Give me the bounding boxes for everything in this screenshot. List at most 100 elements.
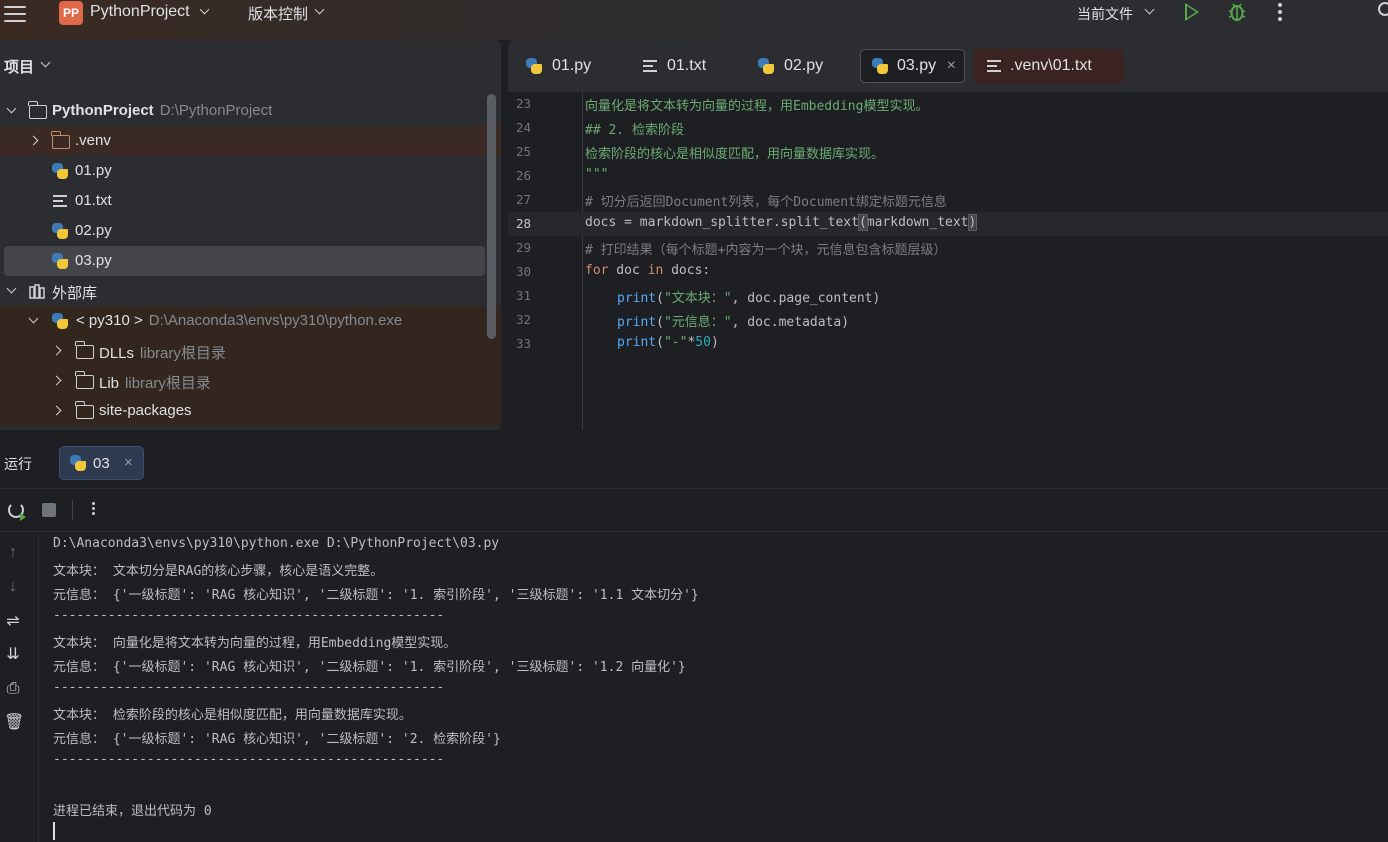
line-number: 32 [516, 312, 532, 327]
chevron-down-icon[interactable] [314, 4, 325, 15]
code-line[interactable]: 25 检索阶段的核心是相似度匹配，用向量数据库实现。 [508, 140, 1388, 164]
tree-item-label: .venv [75, 132, 111, 149]
tree-item-01-py[interactable]: 01.py [0, 156, 501, 186]
run-config-selector[interactable]: 当前文件 [1077, 4, 1133, 24]
chevron-right-icon[interactable] [51, 345, 62, 356]
chevron-down-icon[interactable] [40, 57, 51, 68]
chevron-right-icon[interactable] [51, 405, 62, 416]
arrow-down-icon[interactable]: ↓ [4, 578, 22, 596]
folder-icon [75, 401, 94, 419]
tab-venv-01-txt[interactable]: .venv\01.txt [974, 49, 1124, 83]
code-text: print("元信息：", doc.metadata) [617, 315, 850, 330]
python-file-icon [52, 253, 68, 269]
chevron-down-icon[interactable] [6, 103, 17, 114]
tree-item-01-txt[interactable]: 01.txt [0, 186, 501, 216]
line-number: 25 [516, 144, 532, 159]
main-menu-icon[interactable] [4, 4, 26, 24]
tree-item-pythonproject[interactable]: PythonProject D:\PythonProject [0, 96, 501, 126]
run-icon[interactable] [1185, 3, 1199, 21]
code-line[interactable]: 24 ## 2. 检索阶段 [508, 116, 1388, 140]
library-icon [29, 284, 45, 299]
console-line: D:\Anaconda3\envs\py310\python.exe D:\Py… [53, 536, 500, 551]
console-exit-line: 进程已结束，退出代码为 0 [53, 804, 212, 819]
chevron-down-icon[interactable] [28, 313, 39, 324]
chevron-down-icon[interactable] [1144, 4, 1155, 15]
tree-item-03-py[interactable]: 03.py [4, 246, 485, 276]
rerun-icon[interactable] [8, 502, 26, 521]
python-sdk-icon [52, 313, 68, 329]
folder-icon [75, 341, 94, 359]
more-options-icon[interactable] [92, 502, 95, 515]
python-file-icon [52, 163, 68, 179]
code-line[interactable]: 29 # 打印结果（每个标题+内容为一个块，元信息包含标题层级） [508, 236, 1388, 260]
tree-item-dlls[interactable]: DLLs library根目录 [0, 336, 501, 366]
console-line: 元信息： {'一级标题': 'RAG 核心知识', '二级标题': '1. 索引… [53, 660, 686, 675]
project-name[interactable]: PythonProject [90, 3, 190, 21]
close-icon[interactable]: × [947, 57, 956, 75]
tree-item-label: Lib library根目录 [99, 375, 211, 392]
chevron-down-icon[interactable] [199, 4, 210, 15]
line-number: 23 [516, 96, 532, 111]
line-number: 30 [516, 264, 532, 279]
tab-label: .venv\01.txt [1010, 57, 1092, 74]
scroll-to-end-icon[interactable]: ⇊ [4, 646, 22, 664]
trash-icon[interactable]: 🗑 [4, 714, 24, 732]
console-line: 文本块： 检索阶段的核心是相似度匹配，用向量数据库实现。 [53, 708, 412, 723]
code-text: for doc in docs: [585, 263, 711, 278]
title-bar: PP PythonProject 版本控制 当前文件 [0, 0, 1388, 40]
code-line[interactable]: 30 for doc in docs: [508, 260, 1388, 284]
code-text: print("文本块：", doc.page_content) [617, 291, 881, 306]
tree-item-label: PythonProject D:\PythonProject [52, 102, 273, 119]
vcs-menu[interactable]: 版本控制 [248, 3, 308, 24]
stop-icon[interactable] [42, 503, 56, 517]
tree-item-venv[interactable]: .venv [0, 126, 501, 156]
code-text: print("-"*50) [617, 335, 719, 350]
code-line[interactable]: 23 向量化是将文本转为向量的过程，用Embedding模型实现。 [508, 92, 1388, 116]
code-line-current[interactable]: 28 docs = markdown_splitter.split_text(m… [508, 212, 1388, 236]
chevron-right-icon[interactable] [51, 375, 62, 386]
console-line: ----------------------------------------… [53, 608, 445, 623]
search-icon[interactable] [1378, 2, 1388, 16]
code-line[interactable]: 31 print("文本块：", doc.page_content) [508, 284, 1388, 308]
chevron-right-icon[interactable] [28, 135, 39, 146]
editor-tabs: 01.py 01.txt 02.py 03.py × .venv\01.txt [508, 40, 1388, 92]
tree-item-label: 01.txt [75, 192, 112, 209]
code-line[interactable]: 26 """ [508, 164, 1388, 188]
run-tab-03[interactable]: 03 × [59, 446, 144, 480]
chevron-down-icon[interactable] [6, 283, 17, 294]
line-number: 31 [516, 288, 532, 303]
tab-03-py[interactable]: 03.py × [860, 49, 965, 83]
text-file-icon [643, 60, 657, 72]
code-line[interactable]: 33 print("-"*50) [508, 332, 1388, 356]
divider [72, 500, 73, 520]
tree-item-py310[interactable]: < py310 > D:\Anaconda3\envs\py310\python.… [0, 306, 501, 336]
run-tool-window: 运行 03 × ↑ ↓ ⇌ ⇊ ⎙ 🗑 D:\Anaconda3\envs\py… [0, 436, 1388, 842]
code-comment: # 切分后返回Document列表，每个Document绑定标题元信息 [585, 195, 947, 210]
project-scrollbar[interactable] [487, 94, 496, 339]
close-icon[interactable]: × [124, 454, 133, 471]
tree-item-label: < py310 > D:\Anaconda3\envs\py310\python.… [76, 312, 403, 329]
tab-01-txt[interactable]: 01.txt [623, 49, 743, 83]
line-number: 33 [516, 336, 532, 351]
tree-item-site-packages[interactable]: site-packages [0, 396, 501, 426]
project-panel-title[interactable]: 项目 [4, 56, 34, 77]
tree-item-lib[interactable]: Lib library根目录 [0, 366, 501, 396]
debug-icon[interactable] [1228, 2, 1246, 22]
soft-wrap-icon[interactable]: ⇌ [4, 613, 22, 631]
tab-label: 01.txt [667, 57, 707, 74]
folder-icon [75, 371, 94, 389]
tree-item-02-py[interactable]: 02.py [0, 216, 501, 246]
tab-01-py[interactable]: 01.py [508, 49, 628, 83]
code-line[interactable]: 27 # 切分后返回Document列表，每个Document绑定标题元信息 [508, 188, 1388, 212]
more-options-icon[interactable] [1278, 3, 1282, 21]
tree-item-label: DLLs library根目录 [99, 345, 226, 362]
run-panel-title: 运行 [4, 456, 32, 472]
project-badge[interactable]: PP [59, 1, 83, 25]
print-icon[interactable]: ⎙ [4, 680, 22, 698]
python-file-icon [872, 58, 888, 74]
tab-02-py[interactable]: 02.py [740, 49, 860, 83]
project-tool-window: 项目 PythonProject D:\PythonProject .venv 0… [0, 40, 501, 430]
tree-item-external-libraries[interactable]: 外部库 [0, 276, 501, 306]
code-line[interactable]: 32 print("元信息：", doc.metadata) [508, 308, 1388, 332]
arrow-up-icon[interactable]: ↑ [4, 544, 22, 562]
